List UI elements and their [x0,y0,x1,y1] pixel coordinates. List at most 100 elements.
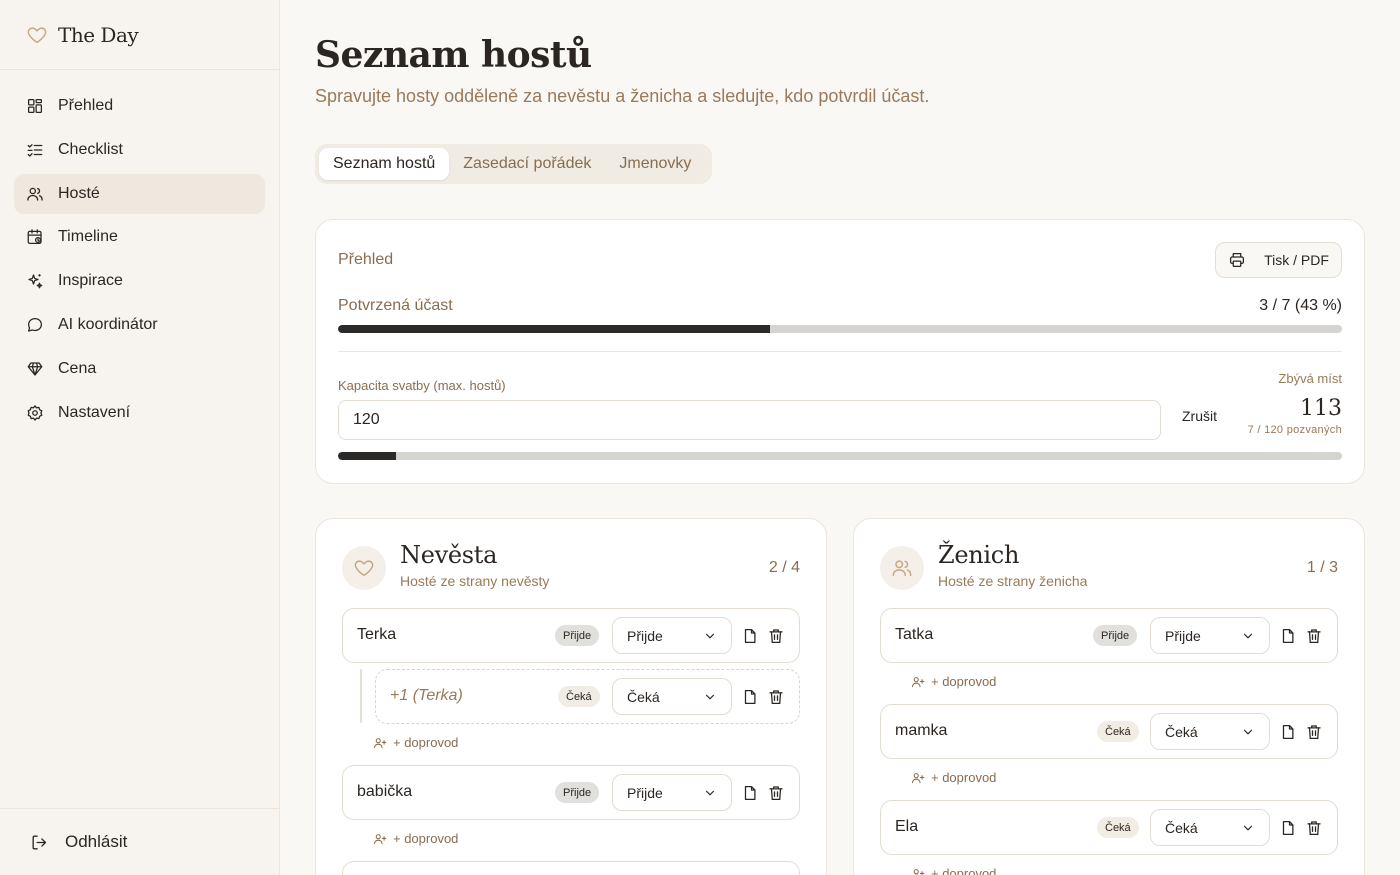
add-companion-button[interactable]: + doprovod [911,674,996,689]
tab-bar: Seznam hostů Zasedací pořádek Jmenovky [315,144,712,184]
overview-card: Přehled Tisk / PDF Potvrzená účast 3 / 7… [315,219,1365,484]
users-icon [27,187,43,201]
guest-name[interactable]: Terka [357,626,396,644]
bride-avatar [342,546,386,590]
gem-icon [27,362,43,376]
status-select[interactable]: Přijde [1150,617,1270,654]
trash-icon[interactable] [1305,627,1323,645]
sidebar-item-checklist[interactable]: Checklist [14,130,265,170]
chevron-down-icon [1243,633,1253,639]
chevron-down-icon [1243,825,1253,831]
bride-subtitle: Hosté ze strany nevěsty [400,573,550,589]
add-companion-button[interactable]: + doprovod [911,866,996,875]
groom-avatar [880,546,924,590]
trash-icon[interactable] [767,784,785,802]
sidebar-item-label: Cena [58,359,97,377]
tab-seznam-hostu[interactable]: Seznam hostů [319,148,450,180]
note-icon[interactable] [1279,627,1297,645]
groom-title: Ženich [938,541,1020,569]
sidebar-item-cena[interactable]: Cena [14,349,265,389]
chevron-down-icon [705,694,715,700]
logout-button[interactable]: Odhlásit [0,808,279,875]
bride-title: Nevěsta [400,541,498,569]
heart-icon [354,560,374,577]
sparkles-icon [28,274,43,289]
guest-name[interactable]: Tatka [895,626,933,644]
calendar-clock-icon [27,229,42,245]
guest-name[interactable]: babička [357,783,412,801]
status-select[interactable]: Čeká [612,678,732,715]
heart-icon [27,26,47,43]
sidebar-item-label: Inspirace [58,272,123,290]
brand[interactable]: The Day [0,0,279,70]
chat-bubble-icon [27,317,43,332]
guest-row: Ela Čeká Čeká [880,800,1338,855]
bride-count: 2 / 4 [768,559,800,576]
trash-icon[interactable] [767,688,785,706]
status-select[interactable]: Přijde [612,774,732,811]
sidebar-item-inspirace[interactable]: Inspirace [14,261,265,301]
add-companion-label: + doprovod [931,674,997,689]
users-icon [892,560,912,577]
add-companion-button[interactable]: + doprovod [373,735,458,750]
note-icon[interactable] [1279,819,1297,837]
confirmed-progress-fill [338,325,770,333]
print-label: Tisk / PDF [1264,252,1329,268]
logout-label: Odhlásit [65,832,128,851]
bride-card: Nevěsta Hosté ze strany nevěsty 2 / 4 Te… [315,518,827,875]
note-icon[interactable] [741,688,759,706]
status-select-value: Přijde [627,784,663,801]
guest-row: Tatka Přijde Přijde [880,608,1338,663]
checklist-icon [27,143,43,157]
trash-icon[interactable] [767,627,785,645]
sidebar-item-label: Přehled [58,97,114,114]
add-companion-button[interactable]: + doprovod [373,831,458,846]
sidebar-item-label: AI koordinátor [58,315,158,333]
status-select-value: Čeká [1165,723,1198,740]
note-icon[interactable] [741,627,759,645]
guest-name[interactable]: Ela [895,818,918,836]
sidebar-item-prehled[interactable]: Přehled [14,86,265,126]
status-select[interactable]: Čeká [1150,713,1270,750]
print-pdf-button[interactable]: Tisk / PDF [1215,242,1342,278]
guest-name[interactable]: +1 (Terka) [390,687,463,705]
add-companion-label: + doprovod [931,770,997,785]
sidebar-item-ai-koordinator[interactable]: AI koordinátor [14,305,265,345]
tab-jmenovky[interactable]: Jmenovky [605,148,705,180]
trash-icon[interactable] [1305,723,1323,741]
status-select[interactable]: Přijde [612,617,732,654]
remaining-value: 113 [1300,396,1342,421]
add-companion-label: + doprovod [931,866,997,875]
groom-subtitle: Hosté ze strany ženicha [938,573,1088,589]
guest-row: mamka Čeká Čeká [880,704,1338,759]
status-badge: Přijde [1093,625,1138,646]
add-companion-label: + doprovod [393,831,459,846]
page-subtitle: Spravujte hosty odděleně za nevěstu a že… [315,86,930,106]
brand-name: The Day [58,22,139,47]
status-select[interactable]: Čeká [1150,809,1270,846]
note-icon[interactable] [741,784,759,802]
status-badge: Čeká [1097,721,1139,742]
tab-zasedaci-poradek[interactable]: Zasedací pořádek [449,148,605,180]
trash-icon[interactable] [1305,819,1323,837]
sidebar: The Day Přehled Checklist Hosté Timeline… [0,0,280,875]
sidebar-item-timeline[interactable]: Timeline [14,217,265,257]
chevron-down-icon [1243,729,1253,735]
groom-count: 1 / 3 [1306,559,1338,576]
sidebar-item-hoste[interactable]: Hosté [14,173,265,214]
status-badge: Čeká [1097,817,1139,838]
status-select-value: Čeká [1165,819,1198,836]
capacity-input[interactable]: 120 [338,400,1161,440]
guest-name[interactable]: mamka [895,722,947,740]
gear-icon [27,404,43,421]
sidebar-item-label: Timeline [58,228,118,246]
confirmed-value: 3 / 7 (43 %) [1259,297,1342,314]
sidebar-nav: Přehled Checklist Hosté Timeline Inspira… [0,70,279,433]
add-companion-label: + doprovod [393,735,459,750]
divider [338,351,1342,352]
note-icon[interactable] [1279,723,1297,741]
sidebar-item-nastaveni[interactable]: Nastavení [14,393,265,433]
add-companion-button[interactable]: + doprovod [911,770,996,785]
chevron-down-icon [705,790,715,796]
cancel-button[interactable]: Zrušit [1182,408,1217,424]
